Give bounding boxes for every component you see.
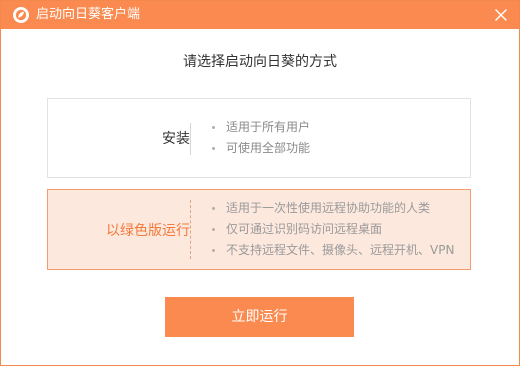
feature-item: 不支持远程文件、摄像头、远程开机、VPN [210,240,454,261]
option-divider [190,200,191,259]
launcher-window: 启动向日葵客户端 请选择启动向日葵的方式 安装 适用于所有用户 可使用全部功能 … [0,0,520,366]
install-feature-list: 适用于所有用户 可使用全部功能 [210,117,310,159]
feature-text: 可使用全部功能 [226,141,311,155]
feature-item: 可使用全部功能 [210,138,310,159]
run-now-button[interactable]: 立即运行 [165,297,354,337]
title-bar[interactable]: 启动向日葵客户端 [1,1,519,29]
bullet-icon [212,147,215,150]
bullet-icon [212,228,215,231]
install-option-label: 安装 [162,131,190,147]
feature-text: 不支持远程文件、摄像头、远程开机、VPN [226,243,455,257]
feature-item: 适用于所有用户 [210,117,310,138]
bullet-icon [212,126,215,129]
feature-text: 仅可通过识别码访问远程桌面 [226,222,383,236]
bullet-icon [212,207,215,210]
install-option[interactable]: 安装 适用于所有用户 可使用全部功能 [47,98,471,178]
sunlogin-icon [12,6,30,24]
close-icon[interactable] [491,5,511,25]
feature-item: 仅可通过识别码访问远程桌面 [210,219,454,240]
green-version-feature-list: 适用于一次性使用远程协助功能的人类 仅可通过识别码访问远程桌面 不支持远程文件、… [210,198,454,261]
green-version-option-label: 以绿色版运行 [106,222,190,239]
feature-text: 适用于一次性使用远程协助功能的人类 [226,201,431,215]
option-divider [190,123,191,155]
bullet-icon [212,249,215,252]
feature-item: 适用于一次性使用远程协助功能的人类 [210,198,454,219]
feature-text: 适用于所有用户 [226,120,311,134]
green-version-option[interactable]: 以绿色版运行 适用于一次性使用远程协助功能的人类 仅可通过识别码访问远程桌面 不… [47,189,471,270]
window-title: 启动向日葵客户端 [36,7,141,22]
page-title: 请选择启动向日葵的方式 [183,54,337,70]
